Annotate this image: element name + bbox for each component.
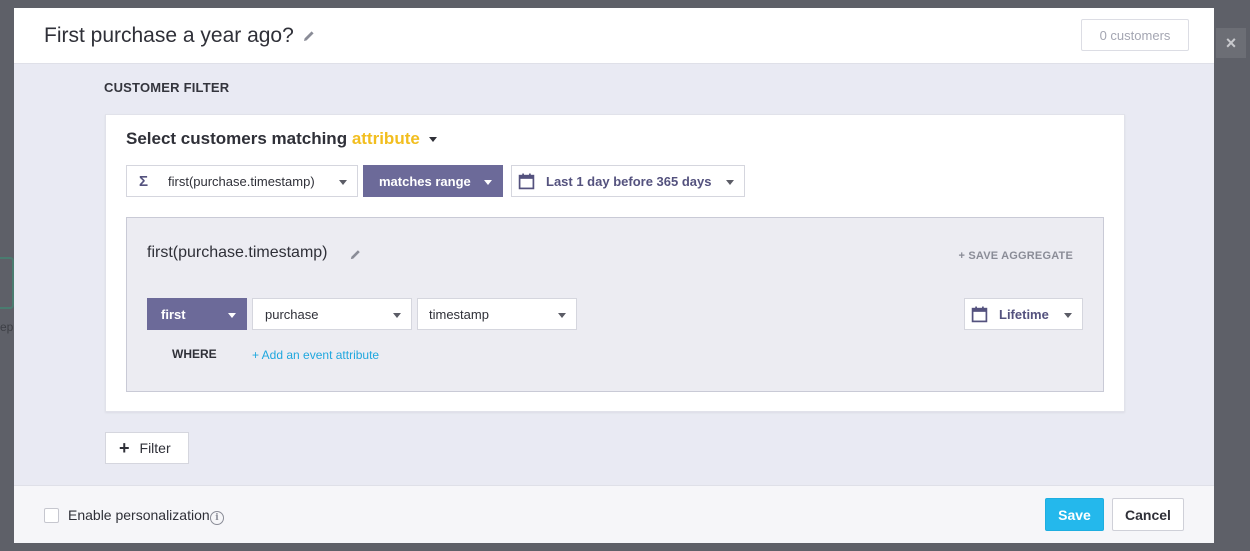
operator-dropdown[interactable]: matches range [363, 165, 503, 197]
caret-down-icon [393, 313, 401, 318]
caret-down-icon [484, 180, 492, 185]
range-dropdown[interactable]: Last 1 day before 365 days [511, 165, 745, 197]
operator-dropdown-label: matches range [379, 173, 471, 189]
cancel-button[interactable]: Cancel [1112, 498, 1184, 531]
close-overlay-button[interactable]: × [1216, 28, 1246, 58]
pencil-icon[interactable] [302, 29, 316, 43]
event-dropdown[interactable]: purchase [252, 298, 412, 330]
calendar-icon [518, 173, 535, 189]
property-dropdown-label: timestamp [429, 306, 489, 322]
caret-down-icon [1064, 313, 1072, 318]
aggregate-title: first(purchase.timestamp) [147, 244, 328, 261]
background-card [0, 257, 14, 309]
function-dropdown-label: first [161, 306, 186, 322]
caret-down-icon [339, 180, 347, 185]
property-dropdown[interactable]: timestamp [417, 298, 577, 330]
attribute-dropdown[interactable]: Σ first(purchase.timestamp) [126, 165, 358, 197]
aggregate-box: first(purchase.timestamp) + SAVE AGGREGA… [126, 217, 1104, 392]
time-window-dropdown[interactable]: Lifetime [964, 298, 1083, 330]
section-label: CUSTOMER FILTER [104, 80, 230, 95]
caret-down-icon [726, 180, 734, 185]
event-dropdown-label: purchase [265, 306, 319, 322]
caret-down-icon [228, 313, 236, 318]
segment-title: First purchase a year ago? [44, 24, 294, 47]
range-dropdown-label: Last 1 day before 365 days [546, 173, 712, 189]
pencil-icon[interactable] [349, 248, 362, 261]
info-icon[interactable]: i [210, 511, 224, 525]
save-button[interactable]: Save [1045, 498, 1104, 531]
function-dropdown[interactable]: first [147, 298, 247, 330]
modal-header: First purchase a year ago? 0 customers [14, 8, 1214, 64]
sigma-icon: Σ [139, 172, 149, 190]
personalization-checkbox[interactable] [44, 508, 59, 523]
customer-count-button[interactable]: 0 customers [1081, 19, 1189, 51]
match-type-label: attribute [351, 129, 420, 148]
match-prefix: Select customers matching [126, 129, 348, 148]
close-icon: × [1225, 32, 1237, 53]
segment-modal: First purchase a year ago? 0 customers C… [14, 8, 1214, 543]
match-type-dropdown[interactable]: attribute [352, 129, 437, 148]
time-window-label: Lifetime [999, 306, 1049, 322]
caret-down-icon [428, 137, 437, 143]
attribute-dropdown-label: first(purchase.timestamp) [168, 173, 315, 189]
filter-card: Select customers matching attribute Σ fi… [105, 114, 1125, 412]
plus-icon: + [119, 438, 130, 458]
background-text: ep [0, 320, 14, 334]
save-aggregate-button[interactable]: + SAVE AGGREGATE [958, 250, 1073, 262]
caret-down-icon [558, 313, 566, 318]
match-line: Select customers matching attribute [126, 129, 437, 149]
modal-footer: Enable personalization i Save Cancel [14, 485, 1214, 543]
add-filter-button[interactable]: + Filter [105, 432, 189, 464]
personalization-label: Enable personalization [68, 507, 210, 523]
calendar-icon [971, 306, 988, 322]
where-label: WHERE [172, 347, 217, 361]
add-filter-label: Filter [139, 440, 171, 456]
add-event-attribute-link[interactable]: + Add an event attribute [252, 348, 379, 362]
